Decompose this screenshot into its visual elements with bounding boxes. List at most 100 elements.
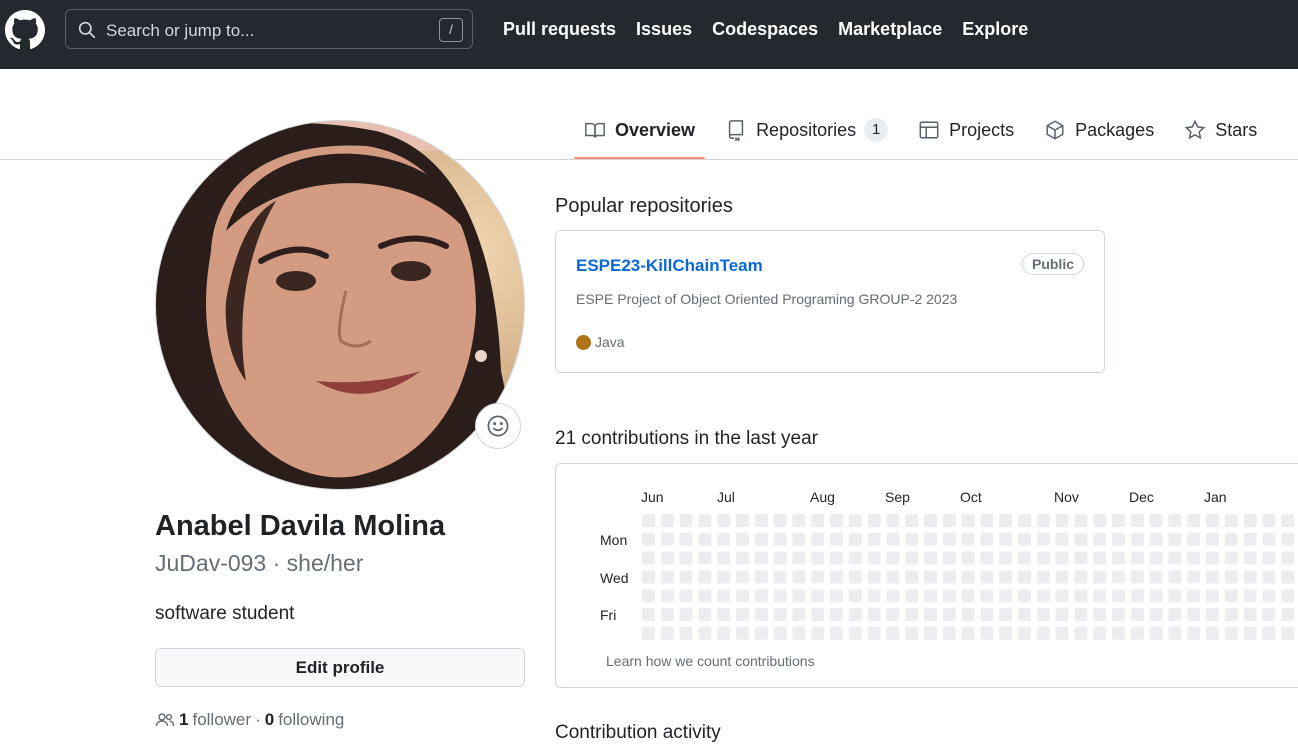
tab-packages[interactable]: Packages (1034, 104, 1164, 156)
search-input[interactable]: Search or jump to... / (65, 9, 473, 49)
contribution-cell[interactable] (754, 514, 768, 527)
contribution-cell[interactable] (1036, 514, 1050, 527)
contribution-cell[interactable] (1206, 570, 1219, 584)
contribution-cell[interactable] (999, 626, 1013, 640)
contribution-cell[interactable] (1112, 608, 1125, 621)
contribution-cell[interactable] (1243, 626, 1257, 640)
contribution-cell[interactable] (1074, 514, 1088, 527)
contribution-cell[interactable] (1130, 551, 1144, 565)
contribution-cell[interactable] (773, 551, 787, 565)
contribution-cell[interactable] (830, 514, 843, 527)
contribution-cell[interactable] (1206, 608, 1219, 621)
contribution-cell[interactable] (642, 608, 655, 621)
contribution-cell[interactable] (1130, 589, 1144, 603)
contribution-cell[interactable] (1168, 532, 1182, 546)
contribution-cell[interactable] (717, 514, 731, 527)
contribution-cell[interactable] (773, 514, 787, 527)
contribution-cell[interactable] (867, 514, 881, 527)
contribution-cell[interactable] (1074, 608, 1088, 621)
contribution-cell[interactable] (1112, 551, 1125, 565)
contribution-cell[interactable] (679, 514, 693, 527)
contribution-cell[interactable] (980, 608, 994, 621)
contribution-cell[interactable] (830, 589, 843, 603)
contribution-cell[interactable] (886, 589, 900, 603)
contribution-cell[interactable] (698, 626, 712, 640)
contribution-cell[interactable] (736, 570, 749, 584)
contribution-cell[interactable] (867, 551, 881, 565)
contribution-cell[interactable] (717, 570, 731, 584)
contribution-cell[interactable] (961, 589, 975, 603)
contribution-cell[interactable] (754, 608, 768, 621)
contribution-cell[interactable] (1168, 589, 1182, 603)
edit-profile-button[interactable]: Edit profile (155, 648, 525, 687)
contribution-cell[interactable] (999, 608, 1013, 621)
contribution-cell[interactable] (698, 608, 712, 621)
contribution-cell[interactable] (736, 589, 749, 603)
contribution-cell[interactable] (698, 551, 712, 565)
contribution-cell[interactable] (867, 608, 881, 621)
contribution-cell[interactable] (886, 608, 900, 621)
contribution-cell[interactable] (660, 608, 674, 621)
contribution-cell[interactable] (1149, 514, 1163, 527)
contribution-cell[interactable] (830, 551, 843, 565)
contribution-cell[interactable] (980, 626, 994, 640)
contribution-cell[interactable] (1168, 570, 1182, 584)
contribution-cell[interactable] (1112, 532, 1125, 546)
contribution-cell[interactable] (1262, 608, 1276, 621)
contribution-cell[interactable] (1187, 626, 1201, 640)
contribution-cell[interactable] (1055, 514, 1069, 527)
contribution-cell[interactable] (1036, 532, 1050, 546)
contribution-cell[interactable] (1149, 589, 1163, 603)
followers-label[interactable]: follower (192, 710, 251, 730)
contribution-cell[interactable] (848, 589, 862, 603)
contribution-cell[interactable] (1074, 570, 1088, 584)
contribution-cell[interactable] (679, 570, 693, 584)
contribution-cell[interactable] (1130, 626, 1144, 640)
contribution-cell[interactable] (1112, 514, 1125, 527)
contribution-cell[interactable] (660, 532, 674, 546)
contribution-cell[interactable] (1262, 626, 1276, 640)
contribution-cell[interactable] (1224, 532, 1238, 546)
contribution-cell[interactable] (961, 626, 975, 640)
contribution-cell[interactable] (924, 626, 937, 640)
contribution-cell[interactable] (679, 626, 693, 640)
contribution-cell[interactable] (660, 589, 674, 603)
contribution-cell[interactable] (1187, 551, 1201, 565)
contribution-cell[interactable] (999, 514, 1013, 527)
contribution-cell[interactable] (1243, 608, 1257, 621)
contribution-cell[interactable] (736, 626, 749, 640)
contribution-cell[interactable] (811, 532, 825, 546)
contribution-cell[interactable] (886, 570, 900, 584)
contribution-cell[interactable] (811, 608, 825, 621)
set-status-button[interactable] (475, 403, 521, 449)
contribution-cell[interactable] (1149, 608, 1163, 621)
contribution-cell[interactable] (1243, 532, 1257, 546)
contribution-cell[interactable] (1262, 589, 1276, 603)
contribution-cell[interactable] (1036, 589, 1050, 603)
contribution-cell[interactable] (698, 514, 712, 527)
contribution-cell[interactable] (867, 532, 881, 546)
contribution-cell[interactable] (905, 608, 919, 621)
contribution-cell[interactable] (848, 514, 862, 527)
contribution-cell[interactable] (773, 532, 787, 546)
contribution-cell[interactable] (717, 532, 731, 546)
contribution-cell[interactable] (1018, 551, 1031, 565)
contribution-cell[interactable] (1055, 608, 1069, 621)
contribution-cell[interactable] (698, 532, 712, 546)
contribution-cell[interactable] (999, 589, 1013, 603)
contribution-cell[interactable] (980, 589, 994, 603)
contribution-cell[interactable] (1243, 551, 1257, 565)
contribution-cell[interactable] (754, 626, 768, 640)
contribution-cell[interactable] (961, 570, 975, 584)
contribution-cell[interactable] (980, 514, 994, 527)
contribution-cell[interactable] (1187, 589, 1201, 603)
nav-pull-requests[interactable]: Pull requests (503, 19, 616, 40)
contribution-cell[interactable] (924, 551, 937, 565)
contribution-cell[interactable] (848, 626, 862, 640)
contribution-cell[interactable] (942, 608, 956, 621)
contribution-cell[interactable] (848, 532, 862, 546)
contribution-cell[interactable] (1036, 608, 1050, 621)
contribution-cell[interactable] (1168, 514, 1182, 527)
contribution-cell[interactable] (1187, 570, 1201, 584)
following-label[interactable]: following (278, 710, 344, 730)
